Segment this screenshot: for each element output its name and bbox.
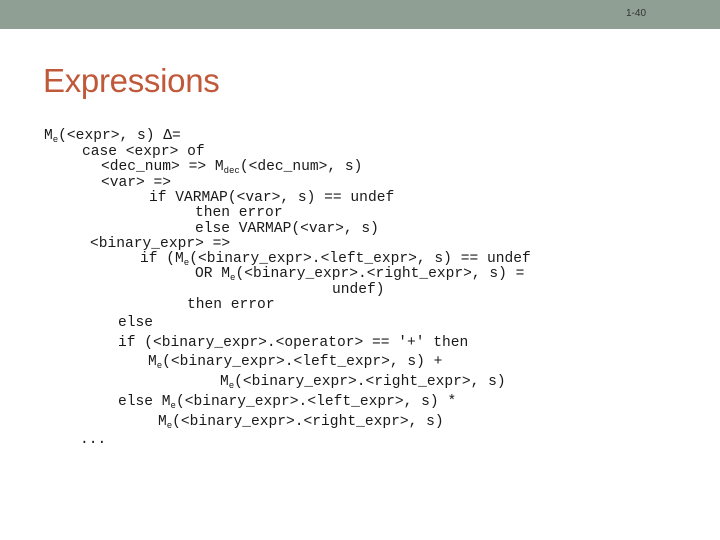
code-text: if (<binary_expr>.<operator> == '+' then xyxy=(118,335,469,351)
code-text: (<binary_expr>.<left_expr>, s) + xyxy=(162,354,443,370)
code-text: M xyxy=(44,128,53,144)
code-text: ... xyxy=(80,432,107,448)
code-text: <var> => xyxy=(101,175,172,191)
code-line: <binary_expr> => xyxy=(90,236,230,252)
code-text: <binary_expr> => xyxy=(90,236,231,252)
code-text: M xyxy=(158,414,167,430)
code-line: else Me(<binary_expr>.<left_expr>, s) * xyxy=(118,394,456,414)
code-line: case <expr> of xyxy=(82,144,205,160)
code-text: OR M xyxy=(195,266,231,282)
code-text: (<binary_expr>.<left_expr>, s) == undef xyxy=(189,251,531,267)
code-text: undef) xyxy=(332,282,385,298)
code-line: Me(<binary_expr>.<right_expr>, s) xyxy=(220,374,506,394)
code-text: (<binary_expr>.<right_expr>, s) = xyxy=(235,266,525,282)
code-line: then error xyxy=(187,297,275,313)
code-text: then error xyxy=(187,297,275,313)
code-text: (<binary_expr>.<left_expr>, s) * xyxy=(175,394,457,410)
code-line: Me(<binary_expr>.<right_expr>, s) xyxy=(158,414,444,434)
code-text: if (M xyxy=(140,251,184,267)
code-text: else M xyxy=(118,394,171,410)
code-line: undef) xyxy=(332,282,385,298)
code-text: (<expr>, s) Δ= xyxy=(58,128,181,144)
code-text: if VARMAP(<var>, s) == undef xyxy=(149,190,395,206)
code-line: else VARMAP(<var>, s) xyxy=(195,221,379,237)
code-line: ... xyxy=(80,432,106,448)
code-text: M xyxy=(220,374,229,390)
code-text: then error xyxy=(195,205,283,221)
code-line: else xyxy=(118,315,153,331)
code-subscript: dec xyxy=(223,166,240,176)
code-text: (<binary_expr>.<right_expr>, s) xyxy=(172,414,444,430)
code-line: if VARMAP(<var>, s) == undef xyxy=(149,190,394,206)
code-text: case <expr> of xyxy=(82,144,205,160)
code-line: if (<binary_expr>.<operator> == '+' then xyxy=(118,335,468,351)
code-text: M xyxy=(148,354,157,370)
code-line: then error xyxy=(195,205,283,221)
code-line: Me(<binary_expr>.<left_expr>, s) + xyxy=(148,354,442,374)
code-text: <dec_num> => M xyxy=(101,159,224,175)
code-text: (<dec_num>, s) xyxy=(239,159,363,175)
code-block: Me(<expr>, s) Δ= case <expr> of <dec_num> … xyxy=(0,0,720,540)
code-text: (<binary_expr>.<right_expr>, s) xyxy=(234,374,506,390)
code-text: else VARMAP(<var>, s) xyxy=(195,221,379,237)
code-text: else xyxy=(118,315,154,331)
code-line: <var> => xyxy=(101,175,171,191)
